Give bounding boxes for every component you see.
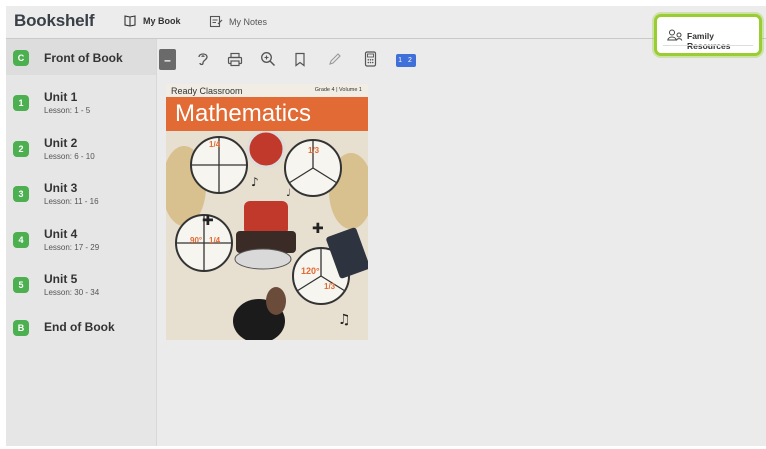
family-resources-label: Family Resources [687, 31, 731, 51]
family-resources-button[interactable]: Family Resources [654, 14, 762, 56]
sidebar-item-front-of-book[interactable]: C Front of Book [6, 39, 156, 75]
fraction-label: 90° [190, 236, 203, 245]
sidebar-item-title: End of Book [44, 320, 115, 334]
fraction-label: 1/3 [324, 282, 336, 291]
two-page-view-button[interactable]: 1 2 [396, 54, 416, 67]
svg-text:♫: ♫ [338, 312, 351, 328]
tab-my-notes-label: My Notes [229, 16, 268, 27]
sidebar-item-title: Unit 1 [44, 90, 78, 104]
zoom-button[interactable] [259, 50, 277, 68]
sidebar-item-unit-4[interactable]: 4 Unit 4 Lesson: 17 - 29 [6, 220, 156, 260]
sidebar-item-subtitle: Lesson: 17 - 29 [44, 243, 100, 252]
sidebar-item-unit-3[interactable]: 3 Unit 3 Lesson: 11 - 16 [6, 174, 156, 214]
svg-text:♪: ♪ [251, 175, 259, 189]
cover-title: Mathematics [175, 100, 312, 127]
section-badge: 1 [13, 95, 29, 111]
annotate-button[interactable] [326, 50, 344, 68]
app-window: Bookshelf My Book My Notes C Front of Bo… [6, 6, 766, 446]
bookmark-icon [295, 52, 305, 67]
book-icon [124, 15, 136, 27]
notes-icon [209, 15, 223, 28]
bookmark-button[interactable] [291, 50, 309, 68]
tab-my-book-label: My Book [143, 16, 181, 26]
listen-button[interactable] [194, 50, 212, 68]
section-badge: 2 [13, 141, 29, 157]
svg-text:✚: ✚ [202, 213, 214, 229]
sidebar-item-subtitle: Lesson: 1 - 5 [44, 106, 91, 115]
book-cover[interactable]: Ready Classroom Grade 4 | Volume 1 Mathe… [166, 84, 368, 340]
sidebar-item-subtitle: Lesson: 11 - 16 [44, 197, 99, 206]
calculator-icon [364, 51, 376, 67]
sidebar-item-subtitle: Lesson: 6 - 10 [44, 152, 95, 161]
fraction-label: 120° [301, 266, 320, 276]
zoom-in-icon [261, 52, 276, 67]
sidebar-item-end-of-book[interactable]: B End of Book [6, 314, 156, 344]
section-badge: 4 [13, 232, 29, 248]
sidebar-item-title: Unit 5 [44, 272, 78, 286]
sidebar-item-title: Unit 4 [44, 227, 78, 241]
fraction-label: 1/4 [209, 140, 221, 149]
app-title: Bookshelf [14, 11, 95, 30]
section-badge: 3 [13, 186, 29, 202]
cover-header: Ready Classroom Grade 4 | Volume 1 [166, 84, 368, 97]
sidebar-item-unit-2[interactable]: 2 Unit 2 Lesson: 6 - 10 [6, 129, 156, 169]
print-button[interactable] [226, 50, 244, 68]
menu-divider [663, 45, 753, 46]
sidebar-item-unit-5[interactable]: 5 Unit 5 Lesson: 30 - 34 [6, 265, 156, 305]
section-badge: C [13, 50, 29, 66]
svg-text:♩: ♩ [286, 188, 291, 199]
section-badge: 5 [13, 277, 29, 293]
ear-icon [198, 53, 208, 66]
tab-my-book[interactable]: My Book [123, 15, 181, 27]
tab-my-notes[interactable]: My Notes [209, 15, 267, 28]
collapse-sidebar-button[interactable]: – [159, 49, 176, 70]
family-icon [667, 29, 683, 41]
section-badge: B [13, 320, 29, 336]
publisher-logo: Ready Classroom [171, 86, 243, 96]
sidebar-item-title: Unit 3 [44, 181, 78, 195]
pencil-icon [329, 53, 341, 65]
svg-text:✚: ✚ [312, 221, 324, 237]
cover-title-band: Mathematics [166, 97, 368, 131]
print-icon [227, 52, 243, 66]
top-header: Bookshelf My Book My Notes [6, 6, 766, 39]
minus-icon: – [164, 52, 171, 67]
fraction-label: 1/4 [209, 236, 221, 245]
sidebar-item-subtitle: Lesson: 30 - 34 [44, 288, 100, 297]
grade-volume-label: Grade 4 | Volume 1 [314, 87, 362, 93]
fraction-label: 1/3 [308, 146, 320, 155]
sidebar-item-title: Front of Book [44, 51, 123, 65]
calculator-button[interactable] [361, 50, 379, 68]
sidebar-item-title: Unit 2 [44, 136, 78, 150]
sidebar-item-unit-1[interactable]: 1 Unit 1 Lesson: 1 - 5 [6, 83, 156, 123]
table-of-contents-sidebar: C Front of Book 1 Unit 1 Lesson: 1 - 5 2… [6, 39, 157, 446]
